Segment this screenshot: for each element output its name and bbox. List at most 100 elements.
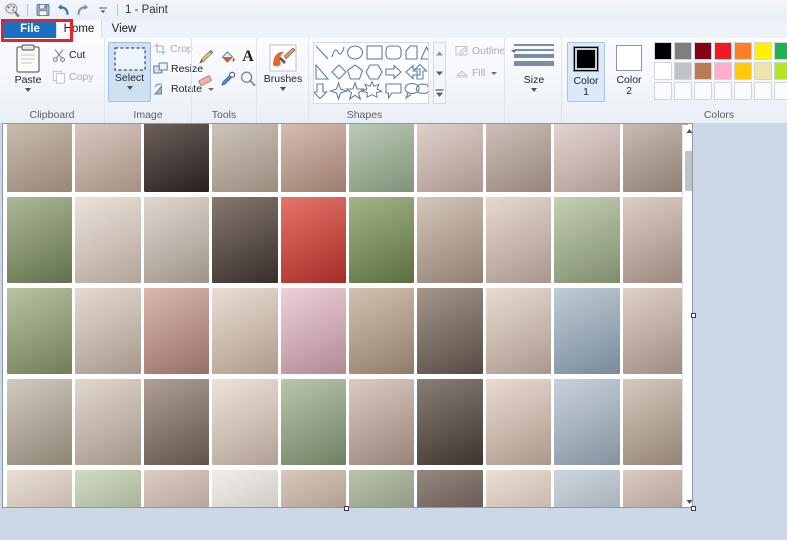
shapes-scrollbar[interactable]: [433, 42, 446, 104]
copy-label: Copy: [69, 71, 94, 83]
copy-button[interactable]: Copy: [52, 70, 94, 84]
photo-collage: [3, 124, 692, 507]
collage-photo: [417, 379, 483, 465]
collage-row: [3, 379, 692, 465]
collage-photo: [75, 124, 141, 192]
collage-photo: [212, 288, 278, 374]
crop-label: Crop: [170, 43, 193, 55]
scroll-up-icon[interactable]: [683, 125, 692, 137]
scrollbar-thumb[interactable]: [685, 151, 692, 191]
size-button[interactable]: Size: [513, 44, 555, 92]
palette-swatch[interactable]: [654, 62, 672, 80]
ribbon-group-tools: A Tools: [191, 38, 256, 123]
palette-swatch[interactable]: [714, 42, 732, 60]
redo-icon[interactable]: [74, 2, 91, 18]
fill-with-color-icon[interactable]: [217, 46, 239, 68]
palette-swatch[interactable]: [754, 82, 772, 100]
select-menu-caret-icon[interactable]: [126, 86, 133, 90]
palette-swatch[interactable]: [734, 62, 752, 80]
shapes-scroll-down-icon[interactable]: [434, 65, 445, 81]
collage-photo: [7, 124, 73, 192]
palette-swatch[interactable]: [674, 42, 692, 60]
palette-row-1: [654, 42, 787, 62]
group-label-tools: Tools: [211, 109, 237, 121]
palette-swatch[interactable]: [714, 62, 732, 80]
resize-handle-bottom-right[interactable]: [691, 506, 696, 511]
palette-swatch[interactable]: [774, 42, 787, 60]
collage-photo: [143, 379, 210, 465]
pencil-icon[interactable]: [195, 46, 217, 68]
color-picker-icon[interactable]: [217, 68, 239, 90]
brushes-button[interactable]: Brushes: [263, 43, 303, 91]
brushes-label: Brushes: [263, 73, 303, 85]
palette-swatch[interactable]: [654, 82, 672, 100]
palette-swatch[interactable]: [774, 82, 787, 100]
collage-photo: [554, 470, 620, 507]
collage-row: [3, 197, 692, 283]
select-button[interactable]: Select: [108, 42, 151, 102]
palette-swatch[interactable]: [754, 42, 772, 60]
eraser-icon[interactable]: [195, 68, 217, 90]
palette-swatch[interactable]: [694, 42, 712, 60]
customize-qat-icon[interactable]: [94, 2, 111, 18]
save-icon[interactable]: [34, 2, 51, 18]
palette-swatch[interactable]: [654, 42, 672, 60]
palette-swatch[interactable]: [774, 62, 787, 80]
fill-menu-caret-icon[interactable]: [491, 71, 498, 75]
fill-icon: [455, 70, 469, 78]
brushes-menu-caret-icon[interactable]: [280, 87, 286, 91]
window-title: 1 - Paint: [125, 4, 168, 16]
palette-swatch[interactable]: [734, 82, 752, 100]
palette-swatch[interactable]: [674, 82, 692, 100]
collage-photo: [212, 470, 278, 507]
tab-view[interactable]: View: [103, 20, 145, 38]
collage-photo: [212, 197, 278, 283]
collage-photo: [7, 470, 73, 507]
collage-photo: [280, 197, 347, 283]
resize-handle-right-middle[interactable]: [691, 313, 696, 318]
resize-handle-bottom-middle[interactable]: [344, 506, 349, 511]
annotation-highlight-box: [1, 19, 73, 42]
collage-photo: [485, 379, 552, 465]
paint-logo-icon[interactable]: [4, 2, 21, 18]
shapes-scroll-up-icon[interactable]: [434, 45, 445, 61]
paste-button[interactable]: Paste: [6, 44, 50, 92]
ribbon-tabs: File Home View: [0, 20, 787, 38]
paste-menu-caret-icon[interactable]: [25, 88, 31, 92]
ribbon-group-image: Select Crop Resize Rotate Image: [104, 38, 214, 123]
shapes-gallery[interactable]: [313, 42, 429, 104]
cut-button[interactable]: Cut: [52, 48, 85, 62]
palette-swatch[interactable]: [694, 82, 712, 100]
color-palette: [654, 42, 787, 102]
collage-row: [3, 288, 692, 374]
palette-swatch[interactable]: [734, 42, 752, 60]
color-2-button[interactable]: Color 2: [610, 42, 648, 102]
collage-photo: [485, 288, 552, 374]
color-1-button[interactable]: Color 1: [567, 42, 605, 102]
crop-button[interactable]: Crop: [153, 42, 193, 56]
scissors-icon: [52, 49, 66, 62]
collage-photo: [143, 124, 210, 192]
palette-swatch[interactable]: [754, 62, 772, 80]
color-1-swatch[interactable]: [573, 46, 599, 72]
collage-photo: [554, 124, 620, 192]
work-area: [0, 123, 787, 540]
palette-swatch[interactable]: [714, 82, 732, 100]
ribbon-group-shapes: Outline Fill Shapes: [308, 38, 518, 123]
quick-access-toolbar: [4, 2, 121, 18]
collage-photo: [622, 197, 689, 283]
size-lines-icon: [514, 44, 554, 69]
collage-photo: [417, 197, 483, 283]
palette-swatch[interactable]: [674, 62, 692, 80]
select-label: Select: [114, 72, 145, 84]
fill-button[interactable]: Fill: [455, 66, 498, 80]
color-2-swatch[interactable]: [616, 45, 642, 71]
shapes-expand-icon[interactable]: [434, 85, 445, 101]
fill-label: Fill: [472, 67, 486, 79]
image-canvas[interactable]: [2, 123, 693, 508]
ribbon: Paste Cut Copy Clipboard Select Crop Res…: [0, 38, 787, 124]
undo-icon[interactable]: [54, 2, 71, 18]
collage-photo: [485, 470, 552, 507]
palette-swatch[interactable]: [694, 62, 712, 80]
size-menu-caret-icon[interactable]: [531, 88, 537, 92]
